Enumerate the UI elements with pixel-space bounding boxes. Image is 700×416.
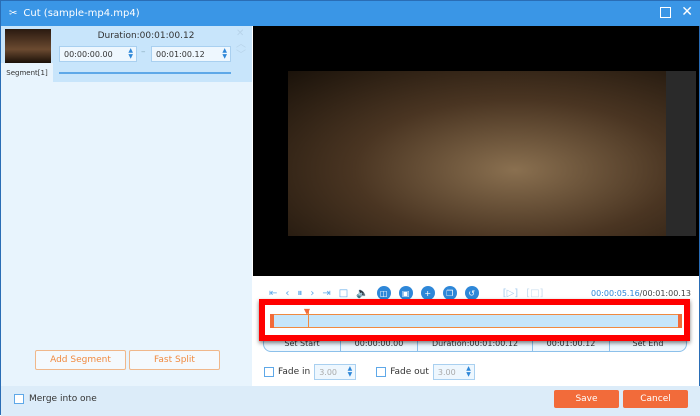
total-time: /00:01:00.13 — [639, 289, 692, 298]
split-icon[interactable]: ◫ — [376, 286, 391, 300]
range-dash: – — [141, 47, 146, 57]
fade-out-value: 3.00 — [437, 367, 456, 377]
fade-out-label: Fade out — [390, 367, 429, 377]
fade-in-value: 3.00 — [319, 367, 337, 377]
preview-icon[interactable]: [▷] — [503, 288, 519, 299]
volume-icon[interactable]: 🔈 — [356, 288, 368, 299]
reset-icon[interactable]: ↺ — [464, 286, 479, 300]
close-button[interactable]: ✕ — [681, 4, 693, 20]
title-bar: ✂ Cut (sample-mp4.mp4) ✕ — [1, 1, 700, 26]
add-icon[interactable]: + — [420, 286, 435, 300]
timeline-start-handle[interactable] — [270, 314, 274, 328]
go-end-icon[interactable]: ⇥ — [322, 288, 330, 299]
scissors-icon: ✂ — [9, 8, 18, 19]
end-value: 00:01:00.12 — [156, 49, 205, 59]
segment-controls: ✕ ︿ ﹀ — [236, 28, 246, 61]
video-frame-edge — [666, 71, 696, 236]
segment-label: Segment[1] — [1, 63, 53, 82]
snapshot-icon[interactable]: ▣ — [398, 286, 413, 300]
maximize-button[interactable] — [660, 7, 671, 18]
fade-controls: Fade in 3.00 ▲ ▼ Fade out 3.00 ▲ ▼ — [264, 364, 475, 380]
fade-in-input[interactable]: 3.00 ▲ ▼ — [314, 364, 357, 380]
fast-split-button[interactable]: Fast Split — [129, 350, 220, 370]
spinner-icon[interactable]: ▲ ▼ — [348, 366, 353, 378]
stop-icon[interactable]: □ — [339, 288, 348, 299]
save-button[interactable]: Save — [554, 390, 619, 408]
current-time: 00:00:05.16 — [591, 289, 640, 298]
spinner-icon[interactable]: ▲ ▼ — [128, 48, 133, 60]
timeline-track[interactable] — [271, 314, 681, 328]
timeline-end-handle[interactable] — [678, 314, 682, 328]
fade-out-input[interactable]: 3.00 ▲ ▼ — [432, 364, 475, 380]
spinner-icon[interactable]: ▲ ▼ — [466, 366, 471, 378]
cancel-button[interactable]: Cancel — [623, 390, 688, 408]
segment-duration: Duration:00:01:00.12 — [97, 31, 195, 41]
copy-icon[interactable]: ❐ — [442, 286, 457, 300]
go-start-icon[interactable]: ⇤ — [269, 288, 277, 299]
merge-option: Merge into one — [14, 394, 97, 404]
spinner-icon[interactable]: ▲ ▼ — [222, 48, 227, 60]
window-title: Cut (sample-mp4.mp4) — [23, 8, 140, 19]
stop-preview-icon[interactable]: [□] — [526, 288, 543, 299]
playhead-marker-icon: ▼ — [303, 307, 311, 316]
segment-thumbnail — [5, 29, 51, 63]
prev-frame-icon[interactable]: ‹ — [285, 288, 289, 299]
merge-label: Merge into one — [29, 394, 97, 404]
fade-out-checkbox[interactable] — [376, 367, 387, 377]
next-frame-icon[interactable]: › — [310, 288, 314, 299]
player-controls: ⇤ ‹ ⏸ › ⇥ □ 🔈 ◫ ▣ + ❐ ↺ [▷] [□] — [269, 286, 543, 300]
delete-segment-icon[interactable]: ✕ — [236, 28, 244, 39]
move-up-icon[interactable]: ︿ — [236, 39, 246, 50]
segment-start-input[interactable]: 00:00:00.00 ▲ ▼ — [59, 46, 137, 62]
segment-progress — [59, 72, 231, 74]
time-readout: 00:00:05.16/00:01:00.13 — [591, 289, 691, 298]
segment-end-input[interactable]: 00:01:00.12 ▲ ▼ — [151, 46, 231, 62]
add-segment-button[interactable]: Add Segment — [35, 350, 126, 370]
start-value: 00:00:00.00 — [64, 49, 113, 59]
fade-in-label: Fade in — [278, 367, 311, 377]
merge-checkbox[interactable] — [14, 394, 24, 404]
pause-icon[interactable]: ⏸ — [297, 288, 302, 299]
video-frame — [288, 71, 666, 236]
move-down-icon[interactable]: ﹀ — [236, 50, 246, 61]
playhead[interactable]: ▼ — [304, 307, 310, 328]
fade-in-checkbox[interactable] — [264, 367, 274, 377]
